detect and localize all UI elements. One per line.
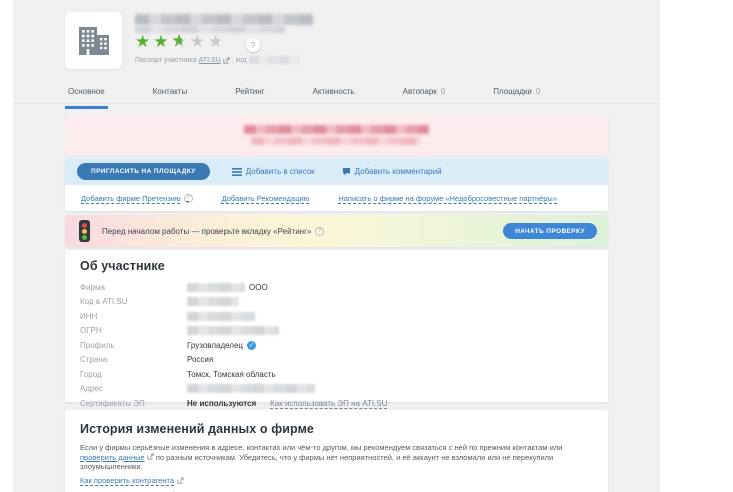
history-paragraph: Если у фирмы серьёзные изменения в адрес… — [80, 443, 563, 471]
firm-name-redacted — [187, 282, 245, 292]
check-info-icon[interactable]: ? — [315, 226, 325, 236]
traffic-light-icon — [79, 220, 90, 242]
company-code-redacted — [248, 56, 299, 64]
add-claim-link[interactable]: Добавить фирме Претензию ? — [81, 193, 193, 203]
building-icon — [78, 26, 109, 55]
company-name-redacted — [135, 14, 313, 25]
forum-link[interactable]: Написать о фирме на форуме «Недобросовес… — [338, 194, 557, 203]
star-rating: ★★★ ★★ — [135, 33, 226, 50]
field-profile: Профиль Грузовладелец ✓ — [80, 340, 257, 350]
field-address: Адрес — [80, 382, 387, 397]
field-inn: ИНН — [80, 309, 387, 324]
comment-icon — [342, 168, 350, 176]
about-fields: Фирма ООО Код в ATI.SU ИНН ОГРН Профиль … — [80, 280, 387, 411]
profile-page: ★★★★★ ? Паспорт участника ATI.SU , код О… — [13, 0, 660, 492]
field-firm: Фирма ООО — [80, 282, 268, 292]
how-to-use-ep-link[interactable]: Как использовать ЭП на ATI.SU — [270, 399, 387, 408]
how-to-check-counterparty-link[interactable]: Как проверить контрагента — [80, 476, 184, 485]
list-icon — [231, 167, 242, 176]
tab-rating[interactable]: Рейтинг — [232, 84, 267, 109]
field-ati-code: Код в ATI.SU — [80, 295, 387, 310]
star-icon: ★ — [172, 32, 190, 51]
tab-main[interactable]: Основное — [65, 84, 108, 109]
tab-sites-count: 0 — [535, 87, 541, 96]
passport-line: Паспорт участника ATI.SU , код — [135, 56, 299, 64]
verify-data-link[interactable]: проверить данные — [80, 453, 145, 462]
passport-suffix: , код — [231, 56, 247, 64]
tab-fleet[interactable]: Автопарк 0 — [400, 84, 449, 109]
actions-bar: ПРИГЛАСИТЬ НА ПЛОЩАДКУ Добавить в список… — [65, 158, 608, 185]
ogrn-redacted — [187, 326, 279, 336]
profile-tabs: Основное Контакты Рейтинг Активность Авт… — [65, 84, 543, 109]
verified-check-icon: ✓ — [247, 340, 257, 350]
warning-text-redacted-line2 — [251, 137, 421, 145]
external-link-icon — [223, 56, 230, 64]
history-title: История изменений данных о фирме — [80, 422, 314, 436]
tab-activity[interactable]: Активность — [310, 84, 358, 109]
star-icon: ★ — [189, 32, 208, 51]
field-certificates: Сертификаты ЭП Не используются Как испол… — [80, 398, 388, 408]
about-card: Об участнике Фирма ООО Код в ATI.SU ИНН … — [65, 250, 608, 408]
passport-prefix: Паспорт участника — [135, 56, 197, 64]
inn-redacted — [187, 311, 255, 321]
secondary-actions-row: Добавить фирме Претензию ? Добавить Реко… — [65, 185, 608, 211]
history-card: История изменений данных о фирме Если у … — [65, 410, 608, 492]
warning-text-redacted — [244, 125, 429, 134]
about-title: Об участнике — [80, 259, 165, 273]
field-city: Город Томск, Томская область — [80, 369, 276, 379]
tab-sites[interactable]: Площадки 0 — [490, 84, 543, 109]
tab-contacts[interactable]: Контакты — [150, 84, 191, 109]
star-icon: ★ — [153, 32, 172, 51]
tabs-divider — [13, 103, 660, 104]
add-to-list-link[interactable]: Добавить в список — [231, 167, 315, 176]
invite-to-site-button[interactable]: ПРИГЛАСИТЬ НА ПЛОЩАДКУ — [77, 163, 210, 180]
rating-check-banner: Перед началом работы — проверьте вкладку… — [65, 215, 608, 247]
external-link-icon — [147, 452, 154, 460]
field-ogrn: ОГРН — [80, 324, 387, 339]
start-check-button[interactable]: НАЧАТЬ ПРОВЕРКУ — [503, 223, 597, 239]
star-icon: ★ — [208, 32, 227, 51]
check-banner-text: Перед началом работы — проверьте вкладку… — [102, 226, 325, 236]
warning-banner — [65, 115, 608, 155]
tab-fleet-count: 0 — [440, 87, 446, 96]
passport-atisu-link[interactable]: ATI.SU — [199, 57, 221, 64]
rating-help-icon[interactable]: ? — [246, 38, 260, 52]
star-icon: ★ — [135, 32, 154, 51]
company-logo — [65, 12, 122, 69]
actions-card: ПРИГЛАСИТЬ НА ПЛОЩАДКУ Добавить в список… — [65, 158, 608, 211]
address-redacted — [187, 384, 315, 394]
external-link-icon — [177, 477, 184, 484]
ati-code-redacted — [187, 297, 239, 307]
add-recommendation-link[interactable]: Добавить Рекомендацию — [222, 194, 310, 203]
field-country: Страна Россия — [80, 355, 214, 365]
claim-info-icon[interactable]: ? — [183, 193, 193, 203]
add-comment-link[interactable]: Добавить комментарий — [342, 167, 442, 176]
